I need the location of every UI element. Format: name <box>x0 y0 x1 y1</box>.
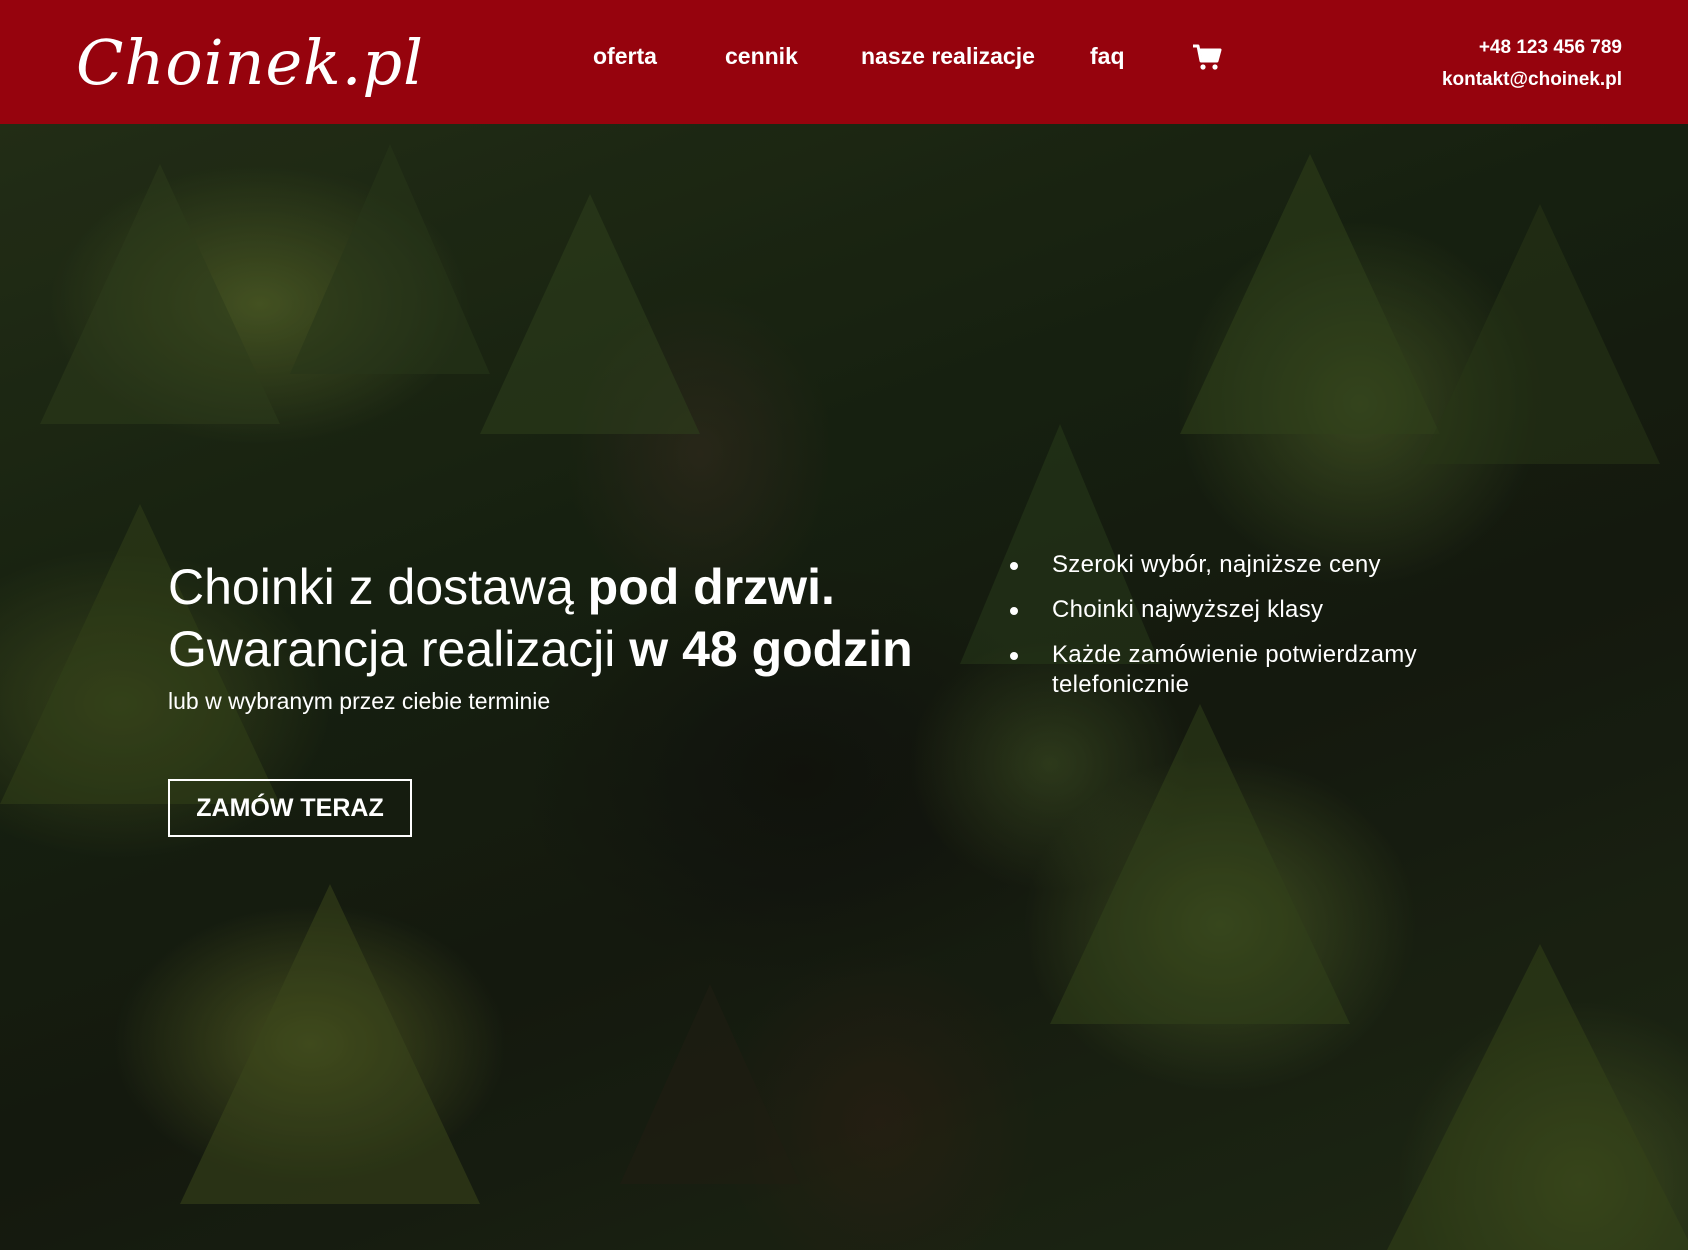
nav-link-cennik[interactable]: cennik <box>725 43 798 70</box>
cart-icon[interactable] <box>1191 41 1223 73</box>
nav-link-faq[interactable]: faq <box>1090 43 1125 70</box>
phone-link[interactable]: +48 123 456 789 <box>1442 32 1622 64</box>
cart-icon-graphic <box>1193 44 1222 70</box>
email-link[interactable]: kontakt@choinek.pl <box>1442 64 1622 96</box>
headline-line-2-bold: w 48 godzin <box>629 621 913 677</box>
site-logo[interactable]: Choinek.pl <box>76 26 424 99</box>
feature-item: Każde zamówienie potwierdzamy telefonicz… <box>1010 640 1470 700</box>
headline-line-1: Choinki z dostawą pod drzwi. <box>168 556 948 618</box>
contact-info: +48 123 456 789 kontakt@choinek.pl <box>1442 32 1622 96</box>
headline-line-1-bold: pod drzwi. <box>587 559 835 615</box>
feature-list: Szeroki wybór, najniższe ceny Choinki na… <box>1010 550 1470 715</box>
order-now-button[interactable]: ZAMÓW TERAZ <box>168 779 412 837</box>
hero-subtitle: lub w wybranym przez ciebie terminie <box>168 688 551 714</box>
nav-link-oferta[interactable]: oferta <box>593 43 657 70</box>
hero-headline: Choinki z dostawą pod drzwi. Gwarancja r… <box>168 556 948 718</box>
top-bar: Choinek.pl oferta cennik nasze realizacj… <box>0 0 1688 124</box>
feature-item: Szeroki wybór, najniższe ceny <box>1010 550 1470 580</box>
headline-line-2-light: Gwarancja realizacji <box>168 621 630 677</box>
headline-line-1-light: Choinki z dostawą <box>168 559 588 615</box>
nav-link-nasze-realizacje[interactable]: nasze realizacje <box>861 43 1035 70</box>
headline-line-2: Gwarancja realizacji w 48 godzin <box>168 618 948 680</box>
hero-section: Choinki z dostawą pod drzwi. Gwarancja r… <box>0 124 1688 1250</box>
feature-item: Choinki najwyższej klasy <box>1010 595 1470 625</box>
